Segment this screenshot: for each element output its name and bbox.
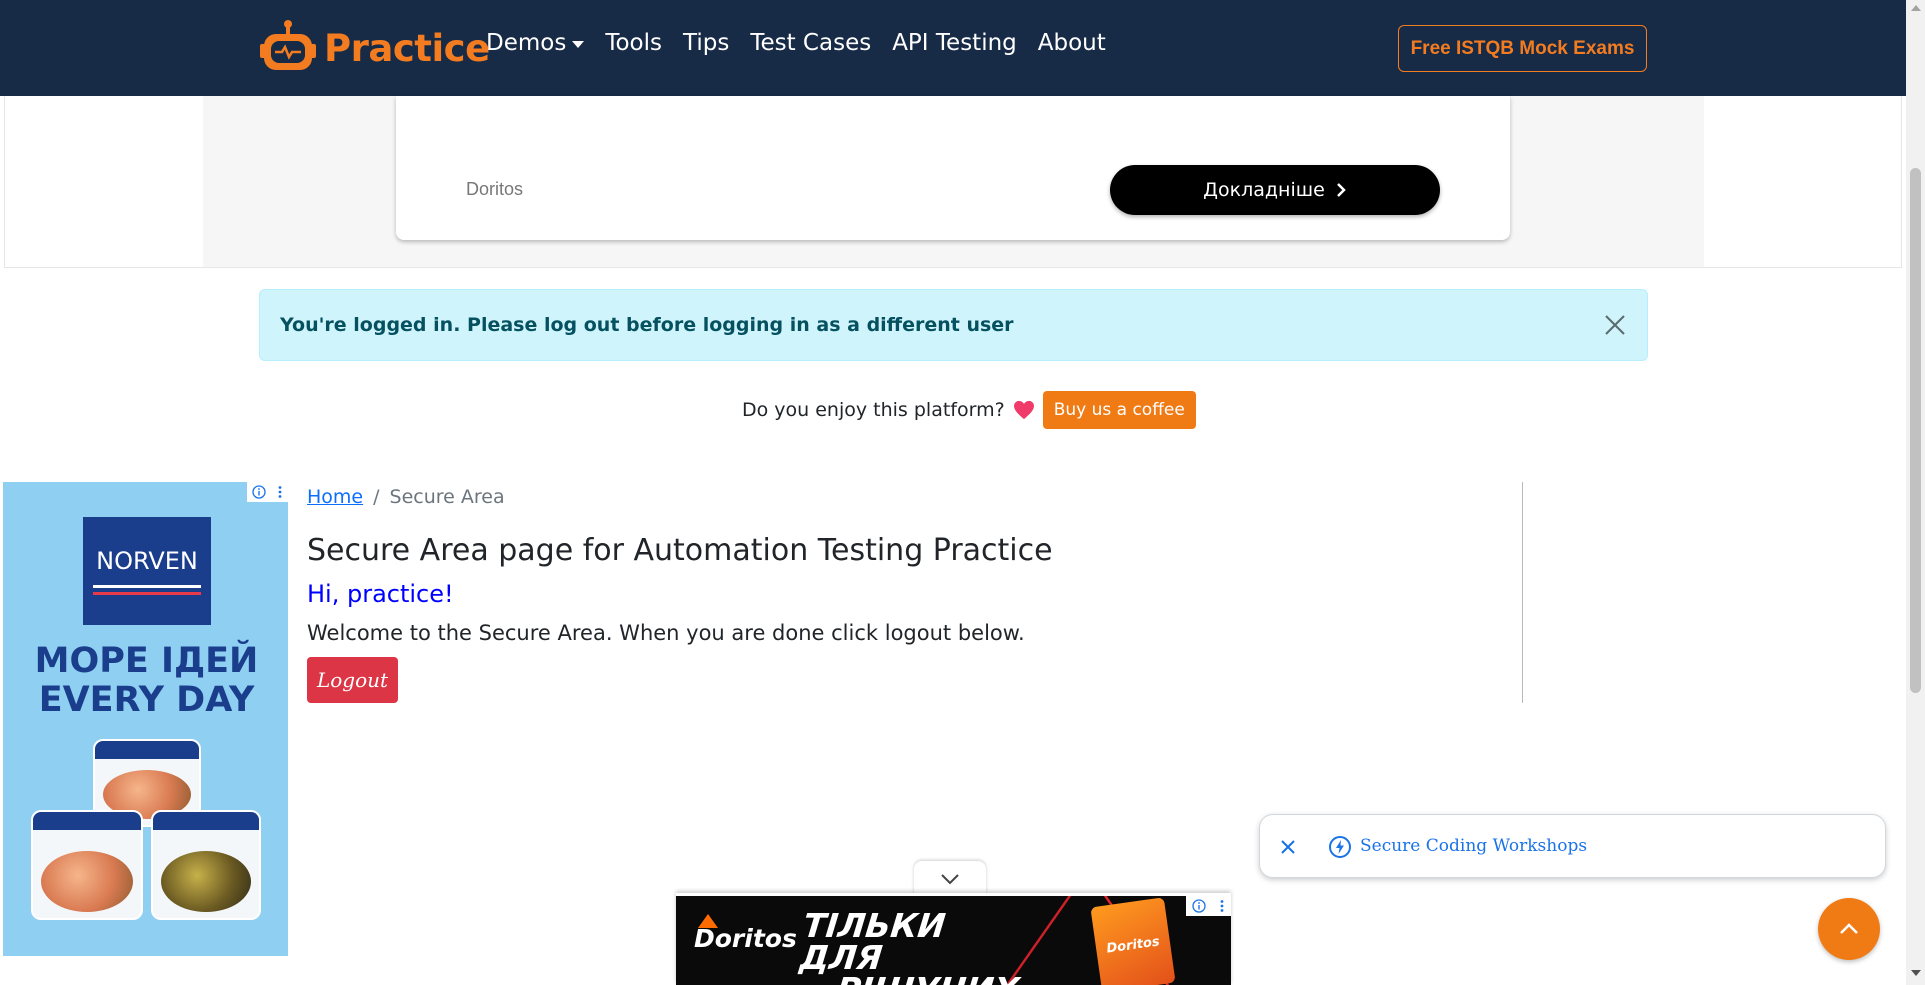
norven-logo-text: NORVEN	[96, 547, 198, 575]
promo-toast[interactable]: Secure Coding Workshops	[1259, 814, 1886, 878]
bottom-ad-collapse-toggle[interactable]	[914, 861, 986, 896]
alert-message: You're logged in. Please log out before …	[280, 314, 1014, 336]
product-pack-mussels	[151, 810, 261, 920]
breadcrumb-current: Secure Area	[389, 486, 505, 508]
scrollbar-thumb[interactable]	[1910, 168, 1921, 693]
welcome-text: Welcome to the Secure Area. When you are…	[307, 621, 1025, 645]
nav-tips[interactable]: Tips	[683, 30, 729, 56]
pack-food	[41, 850, 133, 912]
nav-test-cases[interactable]: Test Cases	[750, 30, 871, 56]
breadcrumb-separator: /	[373, 486, 380, 508]
norven-stripes	[93, 585, 201, 595]
top-ad-brand: Doritos	[466, 179, 524, 199]
chevron-down-icon	[941, 873, 959, 884]
pack-food	[161, 850, 251, 912]
top-ad-learn-more-button[interactable]: Докладніше	[1110, 165, 1440, 215]
back-to-top-button[interactable]	[1818, 898, 1880, 960]
buy-coffee-button[interactable]: Buy us a coffee	[1042, 391, 1196, 429]
bottom-ad-slogan-line2: РІШУЧИХ	[835, 970, 1028, 985]
brand-name: Practice	[324, 26, 490, 70]
more-vert-icon[interactable]	[1219, 899, 1225, 913]
info-icon[interactable]	[252, 485, 266, 499]
robot-logo-icon	[260, 20, 316, 70]
top-navbar: Practice Demos Tools Tips Test Cases API…	[0, 0, 1906, 96]
greeting-text: Hi, practice!	[307, 580, 454, 608]
pack-header	[95, 741, 199, 759]
product-pack-seafood-cocktail	[31, 810, 143, 920]
nav-demos-label: Demos	[486, 30, 567, 56]
nav-demos-dropdown[interactable]: Demos	[486, 30, 585, 56]
page-scrollbar[interactable]	[1906, 0, 1925, 985]
left-side-ad[interactable]: NORVEN МОРЕ ІДЕЙ EVERY DAY	[3, 482, 288, 956]
left-ad-headline-line2: EVERY DAY	[38, 680, 255, 720]
nav-tools[interactable]: Tools	[605, 30, 662, 56]
close-icon[interactable]	[1278, 837, 1298, 857]
chevron-up-icon	[1840, 923, 1858, 934]
chevron-right-icon	[1336, 183, 1346, 197]
nav-links: Demos Tools Tips Test Cases API Testing …	[486, 30, 1127, 56]
page-title: Secure Area page for Automation Testing …	[307, 533, 1053, 568]
support-question: Do you enjoy this platform?	[742, 399, 1005, 421]
istqb-mock-exams-button[interactable]: Free ISTQB Mock Exams	[1398, 25, 1647, 72]
bottom-ad-slogan-line1: ТІЛЬКИ ДЛЯ	[798, 906, 948, 977]
nav-api-testing[interactable]: API Testing	[892, 30, 1017, 56]
more-vert-icon[interactable]	[277, 485, 283, 499]
pack-header	[153, 812, 259, 830]
left-ad-headline: МОРЕ ІДЕЙ EVERY DAY	[19, 642, 274, 720]
bottom-ad-logo: Doritos	[694, 924, 797, 953]
heart-icon	[1013, 400, 1034, 420]
lightning-bolt-icon	[1329, 836, 1351, 858]
scroll-down-arrow-icon[interactable]	[1911, 970, 1921, 976]
toast-link[interactable]: Secure Coding Workshops	[1360, 836, 1587, 856]
support-row: Do you enjoy this platform? Buy us a cof…	[742, 391, 1196, 429]
info-icon[interactable]	[1192, 899, 1206, 913]
breadcrumb-home-link[interactable]: Home	[307, 486, 363, 508]
close-icon[interactable]	[1603, 313, 1627, 337]
bottom-ad-choices-badge[interactable]	[1186, 896, 1231, 916]
logout-button[interactable]: Logout	[307, 657, 398, 703]
pack-header	[33, 812, 141, 830]
norven-logo: NORVEN	[83, 517, 211, 625]
ad-choices-badge[interactable]	[247, 482, 288, 502]
content-divider	[1522, 482, 1523, 703]
nav-about[interactable]: About	[1038, 30, 1106, 56]
brand-link[interactable]: Practice	[258, 18, 490, 78]
page: Practice Demos Tools Tips Test Cases API…	[0, 0, 1925, 985]
bottom-ad-slogan: ТІЛЬКИ ДЛЯ РІШУЧИХ	[795, 906, 1035, 985]
left-ad-headline-line1: МОРЕ ІДЕЙ	[34, 641, 259, 681]
breadcrumb: Home / Secure Area	[307, 486, 505, 508]
scroll-up-arrow-icon[interactable]	[1911, 5, 1921, 11]
top-ad-cta-label: Докладніше	[1203, 179, 1325, 201]
doritos-bag-image: Doritos	[1090, 897, 1176, 985]
logged-in-alert: You're logged in. Please log out before …	[259, 289, 1648, 361]
caret-down-icon	[572, 40, 585, 48]
bottom-anchor-ad[interactable]: Doritos ТІЛЬКИ ДЛЯ РІШУЧИХ Doritos	[676, 893, 1231, 985]
